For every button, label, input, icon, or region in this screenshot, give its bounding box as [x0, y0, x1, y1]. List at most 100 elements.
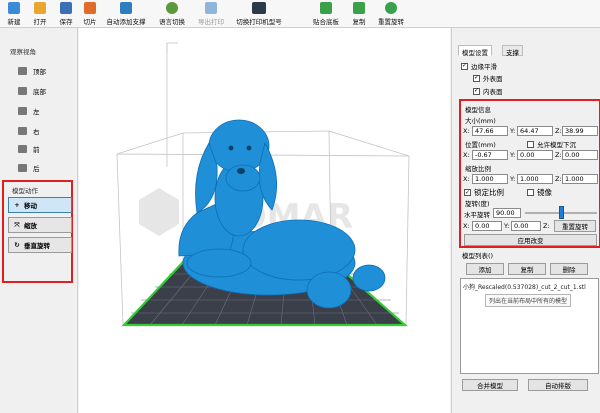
view-top-button[interactable]: 顶部 [18, 65, 46, 76]
scale-label: 缩放比例 [465, 165, 491, 173]
model-list[interactable]: 小狗_Rescaled(0.537028)_cut_2_cut_1.stl 列出… [460, 278, 599, 374]
scene-svg: ALOMAR [116, 42, 410, 327]
view-right-icon [18, 126, 27, 135]
view-front-icon [18, 144, 27, 153]
pos-z-field[interactable]: 0.00 [562, 150, 598, 160]
language-icon [166, 2, 178, 14]
view-bottom-icon [18, 86, 27, 95]
rot-y-label: Y: [504, 222, 510, 230]
printer-switch-button[interactable]: 切换打印机型号 [232, 1, 286, 27]
view-top-icon [18, 66, 27, 75]
copy-model-button[interactable]: 复制 [508, 263, 546, 275]
export-print-icon [205, 2, 217, 14]
auto-support-button[interactable]: 自动添加支撑 [104, 1, 148, 27]
model-motion-group: 模型动作 + 移动 ⤧ 缩放 ↻ 垂直旋转 [2, 180, 73, 283]
pos-x-label: X: [463, 151, 470, 159]
model-list-title: 模型列表() [462, 252, 494, 260]
delete-model-button[interactable]: 删除 [550, 263, 588, 275]
horizontal-rotate-slider-thumb[interactable] [558, 206, 564, 219]
scale-x-label: X: [463, 175, 470, 183]
size-x-label: X: [463, 127, 470, 135]
right-panel: 模型设置 支撑 ✓ 边缘平滑 ✓ 外表面 ✓ 内表面 模型信息 大小(mm) X… [451, 28, 600, 413]
3d-viewport[interactable]: ALOMAR [79, 28, 450, 413]
allow-sink-checkbox[interactable]: 允许模型下沉 [527, 139, 576, 149]
left-panel: 观察视角 顶部 底部 左 右 前 后 模型动作 + 移动 ⤧ 缩放 ↻ 垂直旋转 [0, 28, 78, 413]
size-x-field[interactable]: 47.66 [472, 126, 508, 136]
save-button[interactable]: 保存 [54, 1, 78, 27]
merge-models-button[interactable]: 合并模型 [462, 379, 518, 391]
size-y-label: Y: [510, 127, 516, 135]
mirror-checkbox[interactable]: 镜像 [527, 187, 552, 198]
lay-flat-icon [320, 2, 332, 14]
support-icon [120, 2, 132, 14]
save-icon [60, 2, 72, 14]
rotate-icon: ↻ [14, 241, 20, 249]
language-button[interactable]: 语言切换 [156, 1, 188, 27]
list-tooltip: 列出在当前布局中所有的模型 [485, 294, 572, 307]
slice-button[interactable]: 切片 [80, 1, 100, 27]
horizontal-rotate-field[interactable]: 90.00 [493, 208, 521, 218]
reset-rotation-panel-button[interactable]: 重置旋转 [554, 220, 596, 232]
check-icon: ✓ [473, 87, 480, 95]
tab-support[interactable]: 支撑 [502, 45, 523, 57]
check-icon: ✓ [464, 188, 471, 196]
add-model-button[interactable]: 添加 [466, 263, 504, 275]
printer-switch-icon [252, 2, 266, 14]
size-z-field[interactable]: 38.99 [562, 126, 598, 136]
size-z-label: Z: [555, 127, 562, 135]
move-icon: + [14, 201, 20, 209]
check-icon: ✓ [473, 74, 480, 82]
new-file-icon [8, 2, 20, 14]
view-bottom-button[interactable]: 底部 [18, 85, 46, 96]
lock-ratio-checkbox[interactable]: ✓ 锁定比例 [464, 187, 504, 198]
pos-x-field[interactable]: -0.67 [472, 150, 508, 160]
model-info-title: 模型信息 [465, 106, 491, 114]
size-y-field[interactable]: 64.47 [517, 126, 553, 136]
view-back-button[interactable]: 后 [18, 162, 40, 173]
scale-y-label: Y: [510, 175, 516, 183]
view-left-icon [18, 106, 27, 115]
move-button[interactable]: + 移动 [8, 197, 72, 213]
auto-layout-button[interactable]: 自动排版 [528, 379, 588, 391]
rot-z-label: Z: [543, 222, 550, 230]
edge-smooth-checkbox[interactable]: ✓ 边缘平滑 [461, 61, 497, 71]
check-icon: ✓ [461, 62, 468, 70]
new-button[interactable]: 新建 [2, 1, 26, 27]
open-folder-icon [34, 2, 46, 14]
scale-y-field[interactable]: 1.000 [517, 174, 553, 184]
pos-z-label: Z: [555, 151, 562, 159]
rotation-label: 旋转(度) [465, 200, 490, 208]
copy-button[interactable]: 复制 [349, 1, 369, 27]
motion-group-title: 模型动作 [12, 187, 38, 195]
scale-button[interactable]: ⤧ 缩放 [8, 217, 72, 233]
vertical-rotate-button[interactable]: ↻ 垂直旋转 [8, 237, 72, 253]
slice-icon [84, 2, 96, 14]
apply-changes-button[interactable]: 应用改变 [464, 234, 597, 246]
tab-model-settings[interactable]: 模型设置 [458, 45, 492, 57]
rot-x-label: X: [463, 222, 470, 230]
view-group-title: 观察视角 [10, 48, 36, 56]
reset-rotation-icon [385, 2, 397, 14]
main-toolbar: 新建 打开 保存 切片 自动添加支撑 语言切换 导出打印 切换打印机型号 贴合底… [0, 0, 600, 28]
copy-icon [353, 2, 365, 14]
outer-surface-checkbox[interactable]: ✓ 外表面 [473, 73, 503, 83]
lay-flat-button[interactable]: 贴合底板 [309, 1, 343, 27]
view-left-button[interactable]: 左 [18, 105, 40, 116]
position-label: 位置(mm) [465, 141, 496, 149]
list-item[interactable]: 小狗_Rescaled(0.537028)_cut_2_cut_1.stl [463, 282, 586, 291]
model-info-group: 模型信息 大小(mm) X: 47.66 Y: 64.47 Z: 38.99 位… [459, 99, 600, 248]
open-button[interactable]: 打开 [28, 1, 52, 27]
rot-x-field[interactable]: 0.00 [472, 221, 502, 231]
view-back-icon [18, 163, 27, 172]
pos-y-field[interactable]: 0.00 [517, 150, 553, 160]
scale-x-field[interactable]: 1.000 [472, 174, 508, 184]
scale-z-field[interactable]: 1.000 [562, 174, 598, 184]
view-right-button[interactable]: 右 [18, 125, 40, 136]
inner-surface-checkbox[interactable]: ✓ 内表面 [473, 86, 503, 96]
scale-icon: ⤧ [14, 220, 20, 229]
rot-y-field[interactable]: 0.00 [511, 221, 541, 231]
reset-rotation-button[interactable]: 重置旋转 [374, 1, 408, 27]
horizontal-rotate-label: 水平旋转 [464, 211, 490, 219]
export-print-button[interactable]: 导出打印 [195, 1, 227, 27]
view-front-button[interactable]: 前 [18, 143, 40, 154]
